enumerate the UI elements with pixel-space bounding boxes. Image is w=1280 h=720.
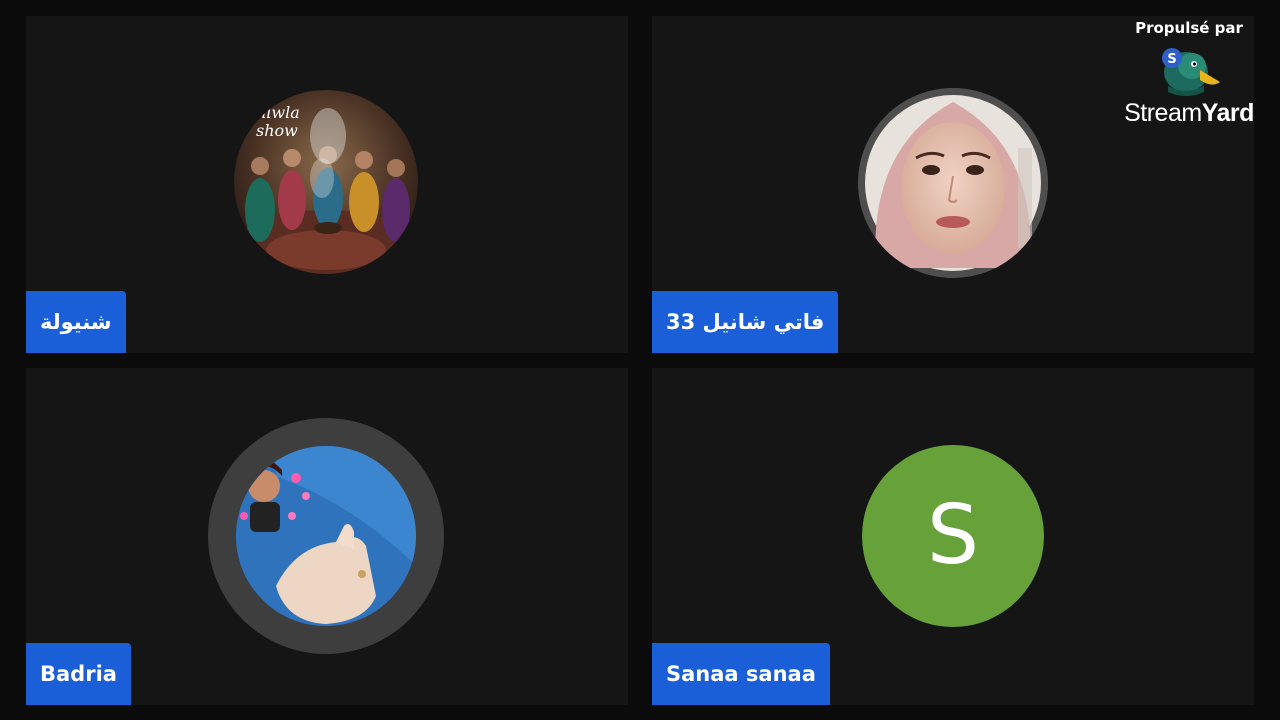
streamyard-duck-logo-icon: S [1162, 48, 1220, 96]
portrait-image [858, 88, 1048, 278]
bitmoji-hand-image [236, 446, 416, 626]
participant-name: شنيولة [40, 310, 112, 334]
powered-by-label: Propulsé par [1135, 19, 1243, 37]
svg-text:S: S [1167, 52, 1176, 67]
brand-name: StreamYard [1124, 99, 1254, 127]
participant-avatar-photo: niwla show [234, 90, 418, 274]
avatar-overlay-text: niwla show [256, 103, 300, 140]
participant-name-tag: فاتي شانيل 33 [652, 291, 839, 353]
participant-avatar-ring [208, 418, 444, 654]
participant-name-tag: شنيولة [26, 291, 126, 353]
participant-name: Sanaa sanaa [666, 662, 816, 686]
participant-name: فاتي شانيل 33 [666, 310, 825, 334]
participant-avatar-photo [236, 446, 416, 626]
participant-name-tag: Sanaa sanaa [652, 643, 830, 705]
participant-tile-4[interactable]: S Sanaa sanaa [652, 368, 1254, 705]
participant-name-tag: Badria [26, 643, 131, 705]
participant-avatar-photo [858, 88, 1048, 278]
participant-tile-3[interactable]: Badria [26, 368, 628, 705]
streamyard-branding[interactable]: Propulsé par S StreamYard [1114, 14, 1264, 126]
participant-tile-1[interactable]: niwla show شنيولة [26, 16, 628, 353]
participant-avatar-letter: S [862, 445, 1044, 627]
avatar-letter: S [926, 488, 980, 583]
broadcast-stage: niwla show شنيولة فاتي شانيل 33 Badria S… [0, 0, 1280, 720]
participant-name: Badria [40, 662, 117, 686]
